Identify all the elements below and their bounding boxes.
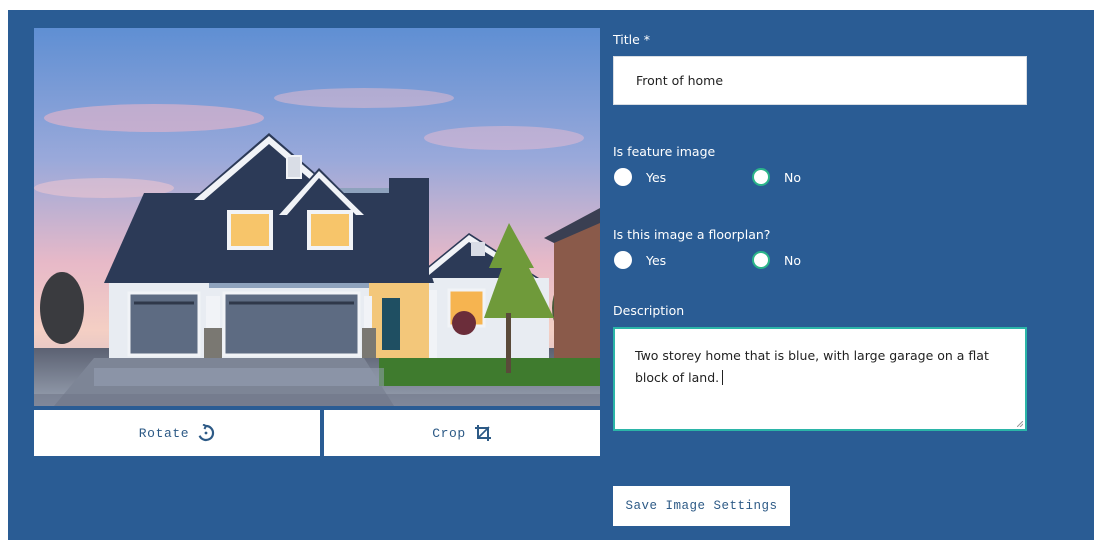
description-label: Description: [613, 303, 685, 318]
description-value: Two storey home that is blue, with large…: [635, 348, 989, 385]
radio-unselected-icon: [614, 251, 632, 269]
floorplan-yes-radio[interactable]: Yes: [614, 251, 666, 269]
feature-image-no-radio[interactable]: No: [752, 168, 801, 186]
radio-unselected-icon: [614, 168, 632, 186]
title-input[interactable]: Front of home: [613, 56, 1027, 105]
feature-image-no-label: No: [784, 169, 801, 185]
title-value: Front of home: [636, 73, 724, 88]
floorplan-no-radio[interactable]: No: [752, 251, 801, 269]
feature-image-radio-group: Yes No: [614, 168, 914, 190]
floorplan-radio-group: Yes No: [614, 251, 914, 273]
feature-image-yes-radio[interactable]: Yes: [614, 168, 666, 186]
crop-label: Crop: [432, 425, 466, 441]
floorplan-label: Is this image a floorplan?: [613, 227, 771, 242]
crop-button[interactable]: Crop: [324, 410, 600, 456]
floorplan-no-label: No: [784, 252, 801, 268]
resize-handle-icon[interactable]: [1017, 421, 1023, 427]
rotate-label: Rotate: [138, 425, 190, 441]
feature-image-yes-label: Yes: [646, 169, 667, 185]
save-image-settings-button[interactable]: Save Image Settings: [613, 486, 790, 526]
radio-selected-icon: [752, 251, 770, 269]
feature-image-label: Is feature image: [613, 144, 716, 159]
description-textarea[interactable]: Two storey home that is blue, with large…: [613, 327, 1027, 431]
crop-icon: [474, 424, 492, 442]
rotate-icon: [197, 424, 215, 442]
save-image-settings-label: Save Image Settings: [625, 499, 778, 513]
house-photo: [34, 28, 600, 406]
floorplan-yes-label: Yes: [646, 252, 667, 268]
rotate-button[interactable]: Rotate: [34, 410, 320, 456]
radio-selected-icon: [752, 168, 770, 186]
text-caret: [722, 370, 724, 385]
title-label: Title *: [613, 32, 651, 47]
